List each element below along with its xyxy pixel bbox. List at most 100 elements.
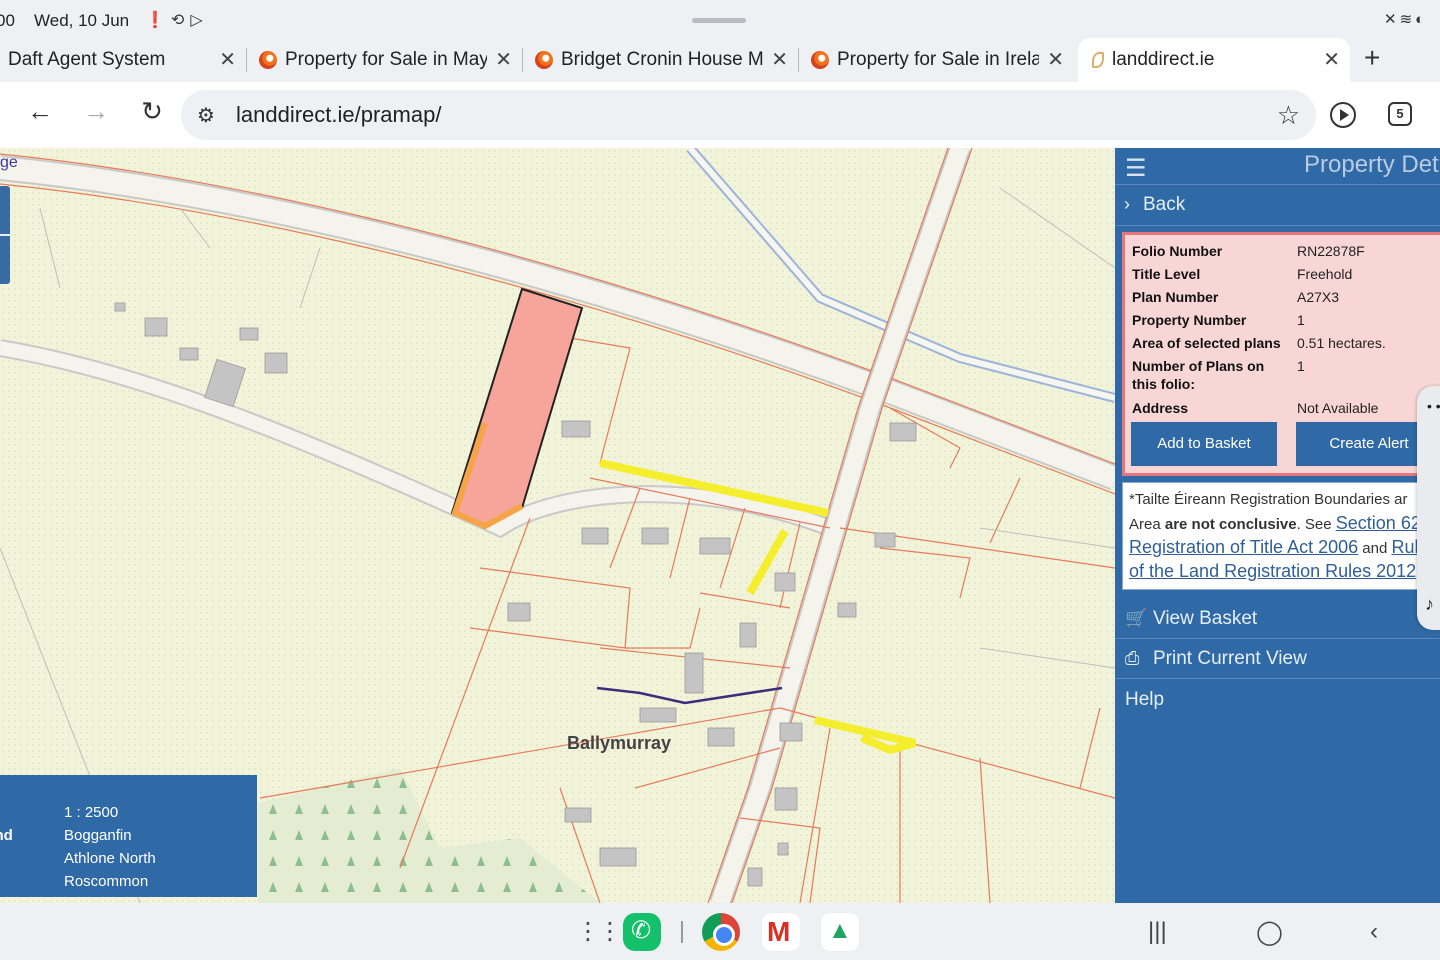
notice-bold: are not conclusive [1164, 516, 1297, 533]
registration-notice: *Tailte Éireann Registration Boundaries … [1122, 482, 1440, 590]
section-62-link[interactable]: Section 62 [1336, 513, 1421, 533]
detail-value: RN22878F [1297, 243, 1365, 259]
orange-globe-icon [535, 51, 553, 69]
chrome-app-icon[interactable] [702, 913, 740, 951]
leaf-icon [1092, 52, 1104, 68]
detail-value: 1 [1297, 358, 1305, 374]
back-nav-icon[interactable]: ‹ [1370, 918, 1378, 946]
tab-label: Property for Sale in Irela [837, 49, 1039, 70]
play-store-icon: ▷ [190, 12, 209, 29]
status-left-icons: ❗⟲▷ [145, 10, 209, 30]
info-value: 1 : 2500 [64, 804, 119, 821]
property-details-panel: ☰ Property Det › Back Folio Number RN2287… [1115, 148, 1440, 903]
close-icon[interactable]: ✕ [495, 47, 512, 72]
more-dots-icon: • • [1427, 398, 1440, 414]
music-note-icon: ♪ [1425, 594, 1434, 614]
status-date: Wed, 10 Jun [34, 11, 130, 30]
back-link[interactable]: › Back [1115, 184, 1440, 226]
cart-icon: 🛒 [1125, 608, 1148, 628]
tab-label: Bridget Cronin House M [561, 49, 763, 70]
recent-apps-icon[interactable]: ||| [1148, 918, 1167, 946]
info-value: Roscommon [64, 873, 149, 890]
tab-property-sale-ireland[interactable]: Property for Sale in Irela ✕ [802, 38, 1074, 82]
reload-icon[interactable]: ↻ [134, 96, 170, 127]
back-label: Back [1143, 194, 1186, 215]
detail-value: 0.51 hectares. [1297, 335, 1386, 351]
notice-line: *Tailte Éireann Registration Boundaries … [1129, 491, 1408, 508]
detail-key: Number of Plans on this folio: [1132, 358, 1265, 392]
map-info-box: e1 : 2500 landBogganfin nyAthlone North … [0, 775, 257, 897]
drive-app-icon[interactable] [821, 913, 859, 951]
tab-property-sale-mayo[interactable]: Property for Sale in May ✕ [250, 38, 522, 82]
detail-key: Plan Number [1132, 289, 1219, 305]
tab-landdirect[interactable]: landdirect.ie ✕ [1078, 38, 1350, 82]
cast-icon: ⟲ [170, 12, 191, 29]
window-grab-handle[interactable] [692, 18, 746, 23]
notice-text: Area [1129, 516, 1165, 533]
info-key: land [0, 827, 13, 844]
url-text[interactable]: landdirect.ie/pramap/ [236, 102, 441, 128]
detail-key: Folio Number [1132, 243, 1223, 259]
tab-label: landdirect.ie [1112, 49, 1215, 70]
help-link[interactable]: Help [1115, 680, 1440, 720]
close-icon[interactable]: ✕ [771, 47, 788, 72]
edge-panel-handle[interactable]: • • ♪ [1417, 386, 1440, 630]
view-basket-link[interactable]: 🛒 View Basket [1115, 599, 1440, 639]
folio-details-box: Folio Number RN22878F Title Level Freehold… [1122, 232, 1440, 476]
alert-icon: ❗ [145, 12, 171, 29]
bookmark-star-icon[interactable]: ☆ [1277, 100, 1300, 131]
home-icon[interactable]: ◯ [1256, 918, 1283, 947]
view-basket-label: View Basket [1153, 608, 1258, 629]
tab-strip: Daft Agent System ✕ Property for Sale in… [0, 38, 1440, 82]
map-view[interactable]: ge Ballymurray e1 : 2500 landBogganfin n… [0, 148, 1115, 903]
tab-switcher-button[interactable]: 5 [1388, 102, 1412, 126]
printer-icon: ⎙ [1125, 648, 1140, 668]
detail-key: Property Number [1132, 312, 1247, 328]
detail-value: Freehold [1297, 266, 1353, 282]
mute-icon: ✕ [1384, 11, 1400, 28]
close-icon[interactable]: ✕ [219, 47, 236, 72]
print-label: Print Current View [1153, 648, 1307, 669]
land-registration-rules-link[interactable]: of the Land Registration Rules 2012 [1129, 561, 1416, 581]
detail-key: Title Level [1132, 266, 1201, 282]
add-to-basket-button[interactable]: Add to Basket [1131, 422, 1277, 466]
hamburger-menu-icon[interactable]: ☰ [1125, 154, 1147, 183]
detail-key: Area of selected plans [1132, 335, 1281, 351]
browser-toolbar: ← → ↻ ⚙ landdirect.ie/pramap/ ☆ 5 [0, 82, 1440, 148]
back-arrow-icon[interactable]: ← [22, 96, 58, 127]
tab-daft-agent[interactable]: Daft Agent System ✕ [0, 38, 246, 82]
detail-value: Not Available [1297, 400, 1379, 416]
place-name-label: Ballymurray [567, 733, 672, 753]
print-current-view-link[interactable]: ⎙ Print Current View [1115, 639, 1440, 679]
registration-act-link[interactable]: Registration of Title Act 2006 [1129, 537, 1358, 557]
tab-bridget-cronin[interactable]: Bridget Cronin House M ✕ [526, 38, 798, 82]
forward-arrow-icon[interactable]: → [78, 96, 114, 127]
status-right-icons: ✕≋◐ [1384, 10, 1427, 28]
tab-label: Property for Sale in May [285, 49, 487, 70]
panel-title: Property Det [1304, 151, 1439, 178]
new-tab-button[interactable]: + [1364, 42, 1380, 74]
battery-icon: ◐ [1415, 11, 1428, 28]
close-icon[interactable]: ✕ [1323, 47, 1340, 72]
orange-globe-icon [259, 51, 277, 69]
orange-globe-icon [811, 51, 829, 69]
notice-text: and [1358, 540, 1392, 557]
help-label: Help [1125, 689, 1165, 710]
address-bar[interactable]: ⚙ landdirect.ie/pramap/ ☆ [181, 90, 1316, 140]
tab-label: Daft Agent System [8, 49, 166, 70]
site-info-icon[interactable]: ⚙ [197, 103, 215, 128]
wifi-icon: ≋ [1399, 11, 1416, 28]
map-edge-label: ge [0, 154, 18, 171]
notice-text: . See [1296, 516, 1336, 533]
detail-key: Address [1132, 400, 1189, 416]
system-nav-bar: ⋮⋮⋮ ||| ◯ ‹ [0, 903, 1440, 960]
status-bar: 00 Wed, 10 Jun ❗⟲▷ ✕≋◐ [0, 0, 1440, 40]
phone-app-icon[interactable] [623, 913, 661, 951]
info-value: Bogganfin [64, 827, 132, 844]
info-value: Athlone North [64, 850, 156, 867]
gmail-app-icon[interactable] [762, 913, 800, 951]
play-icon[interactable] [1330, 102, 1356, 128]
close-icon[interactable]: ✕ [1047, 47, 1064, 72]
status-time: 00 [0, 11, 15, 30]
zoom-control[interactable] [0, 186, 10, 284]
